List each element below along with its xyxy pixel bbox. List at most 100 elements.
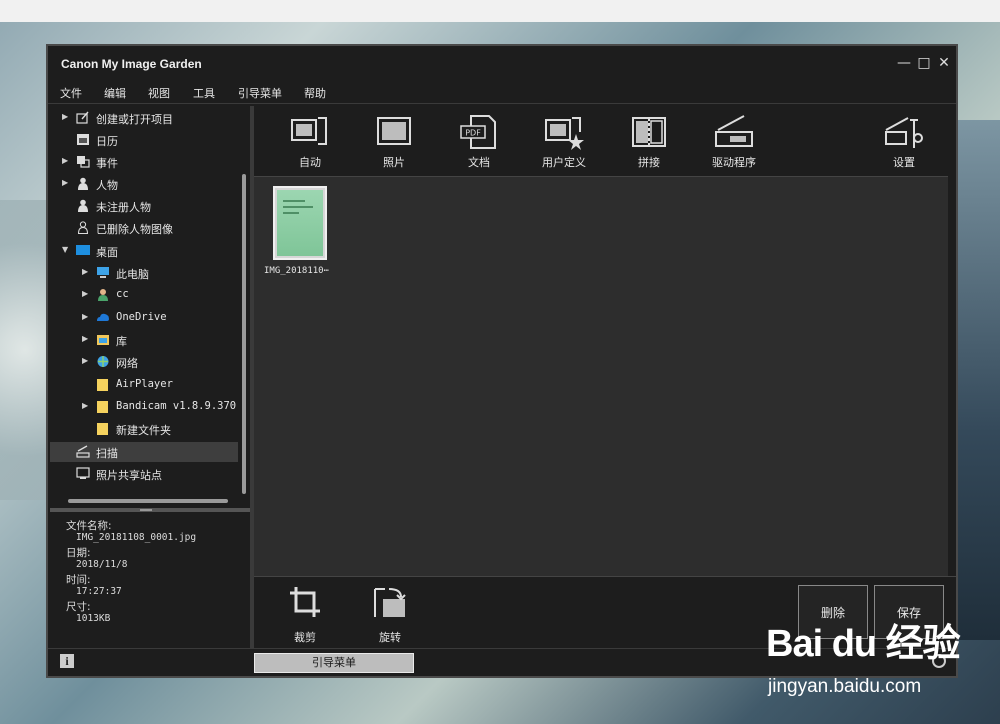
sidebar-item-onedrive[interactable]: ▶ OneDrive — [50, 308, 238, 328]
scan-icon — [76, 445, 90, 458]
file-info-panel: 文件名称: IMG_20181108_0001.jpg 日期: 2018/11/… — [50, 512, 250, 648]
expand-arrow-icon[interactable]: ▶ — [62, 112, 68, 121]
stitch-button[interactable]: 拼接 — [609, 106, 689, 176]
sidebar-item-person[interactable]: ▶ 人物 — [50, 174, 238, 194]
driver-button[interactable]: 驱动程序 — [694, 106, 774, 176]
settings-button[interactable]: 设置 — [864, 106, 944, 176]
date-label: 日期: — [66, 547, 91, 559]
time-value: 17:27:37 — [76, 586, 122, 597]
cloud-icon — [97, 313, 109, 321]
sidebar-item-desktop[interactable]: ▼ 桌面 — [50, 241, 238, 261]
custom-scan-button[interactable]: 用户定义 — [524, 106, 604, 176]
menu-guide[interactable]: 引导菜单 — [238, 85, 282, 101]
info-icon[interactable]: i — [60, 654, 74, 668]
title-bar: Canon My Image Garden — □ ✕ — [48, 46, 956, 80]
rotate-icon — [374, 588, 406, 617]
menu-file[interactable]: 文件 — [60, 85, 82, 101]
photo-share-icon — [76, 467, 90, 479]
sidebar-item-library[interactable]: ▶ 库 — [50, 330, 238, 350]
expand-arrow-icon[interactable]: ▶ — [82, 356, 88, 365]
scanned-images-area: IMG_2018110⋯ — [254, 176, 948, 576]
sidebar-item-photo-share[interactable]: 照片共享站点 — [50, 464, 238, 484]
sidebar-item-create-project[interactable]: ▶ 创建或打开项目 — [50, 108, 238, 128]
menu-bar: 文件 编辑 视图 工具 引导菜单 帮助 — [48, 82, 956, 104]
date-value: 2018/11/8 — [76, 559, 128, 570]
photo-icon — [377, 117, 411, 145]
event-icon — [77, 156, 90, 168]
desktop-top-strip — [0, 0, 1000, 22]
custom-star-icon — [545, 117, 584, 150]
menu-edit[interactable]: 编辑 — [104, 85, 126, 101]
time-label: 时间: — [66, 574, 91, 586]
thumbnail-filename: IMG_2018110⋯ — [264, 266, 330, 276]
sidebar-item-calendar[interactable]: 日历 — [50, 130, 238, 150]
person-icon — [78, 177, 88, 190]
sidebar-item-cc[interactable]: ▶ cc — [50, 285, 238, 305]
baidu-logo: Bai du 经验 — [766, 623, 961, 665]
folder-icon — [97, 423, 108, 435]
sidebar-item-unregistered-person[interactable]: 未注册人物 — [50, 196, 238, 216]
stitch-icon — [632, 117, 666, 147]
pdf-badge: PDF — [465, 129, 481, 138]
crop-button[interactable]: 裁剪 — [270, 577, 340, 649]
maximize-button[interactable]: □ — [914, 53, 934, 73]
sidebar-item-deleted-person[interactable]: 已删除人物图像 — [50, 218, 238, 238]
photo-scan-button[interactable]: 照片 — [354, 106, 434, 176]
auto-scan-button[interactable]: 自动 — [270, 106, 350, 176]
expand-arrow-icon[interactable]: ▶ — [82, 312, 88, 321]
sidebar-item-new-folder[interactable]: 新建文件夹 — [50, 419, 238, 439]
sidebar-item-scan[interactable]: 扫描 — [50, 442, 238, 462]
filename-value: IMG_20181108_0001.jpg — [76, 532, 197, 543]
expand-arrow-icon[interactable]: ▶ — [62, 178, 68, 187]
user-folder-icon — [98, 289, 108, 301]
expand-arrow-icon[interactable]: ▶ — [82, 267, 88, 276]
size-label: 尺寸: — [66, 601, 91, 613]
minimize-button[interactable]: — — [894, 53, 914, 73]
document-scan-button[interactable]: PDF 文档 — [439, 106, 519, 176]
network-icon — [97, 356, 109, 367]
crop-icon — [290, 587, 320, 617]
app-title: Canon My Image Garden — [61, 57, 202, 71]
library-icon — [97, 335, 109, 345]
scan-toolbar: 自动 照片 PDF 文档 用户定义 拼接 驱动程序 设置 — [254, 106, 956, 176]
scanned-image-thumbnail[interactable] — [273, 186, 327, 260]
pdf-document-icon: PDF — [460, 115, 496, 149]
sidebar-vertical-scrollbar[interactable] — [242, 174, 246, 494]
rotate-button[interactable]: 旋转 — [355, 577, 425, 649]
baidu-watermark: Bai du 经验 jingyan.baidu.com — [766, 612, 996, 720]
scanner-driver-icon — [715, 115, 753, 147]
guide-menu-button[interactable]: 引导菜单 — [254, 653, 414, 673]
sidebar-item-this-pc[interactable]: ▶ 此电脑 — [50, 263, 238, 283]
desktop-wallpaper-left — [0, 200, 50, 500]
sidebar-item-event[interactable]: ▶ 事件 — [50, 152, 238, 172]
app-window: Canon My Image Garden — □ ✕ 文件 编辑 视图 工具 … — [46, 44, 958, 678]
calendar-icon — [77, 134, 89, 145]
folder-icon — [97, 379, 108, 391]
menu-tools[interactable]: 工具 — [193, 85, 215, 101]
scanner-settings-icon — [885, 117, 923, 148]
expand-arrow-icon[interactable]: ▶ — [82, 401, 88, 410]
sidebar-item-network[interactable]: ▶ 网络 — [50, 352, 238, 372]
filename-label: 文件名称: — [66, 520, 112, 532]
thumbnail-preview — [277, 190, 323, 256]
baidu-url: jingyan.baidu.com — [768, 676, 922, 697]
create-project-icon — [76, 111, 89, 124]
computer-icon — [97, 267, 109, 278]
sidebar-item-airplayer[interactable]: AirPlayer — [50, 375, 238, 395]
folder-icon — [97, 401, 108, 413]
desktop-wallpaper-right — [955, 120, 1000, 640]
expand-arrow-icon[interactable]: ▶ — [62, 156, 68, 165]
menu-view[interactable]: 视图 — [148, 85, 170, 101]
size-value: 1013KB — [76, 613, 111, 624]
expand-arrow-icon[interactable]: ▶ — [82, 289, 88, 298]
person-outline-icon — [77, 221, 89, 234]
person-icon — [78, 199, 88, 212]
collapse-arrow-icon[interactable]: ▼ — [62, 245, 68, 254]
menu-help[interactable]: 帮助 — [304, 85, 326, 101]
auto-scan-icon — [291, 117, 327, 145]
sidebar-horizontal-scrollbar[interactable] — [68, 499, 228, 503]
expand-arrow-icon[interactable]: ▶ — [82, 334, 88, 343]
sidebar: ▶ 创建或打开项目 日历 ▶ 事件 ▶ 人物 未注册人物 已删除人物图像 ▼ 桌… — [50, 106, 250, 508]
sidebar-item-bandicam[interactable]: ▶ Bandicam v1.8.9.370 — [50, 397, 238, 417]
close-button[interactable]: ✕ — [934, 53, 954, 73]
